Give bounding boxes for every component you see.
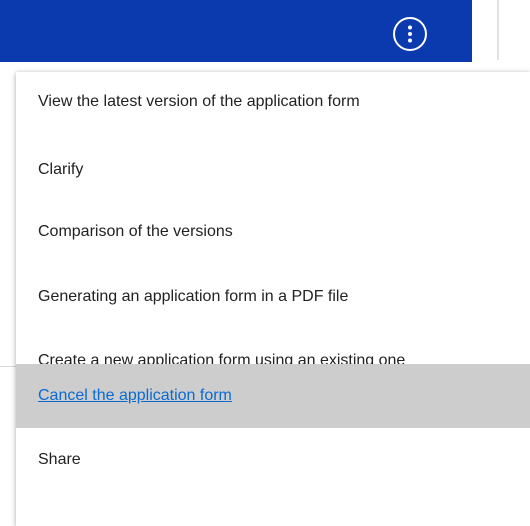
background-divider <box>0 366 16 367</box>
menu-item-compare-versions[interactable]: Comparison of the versions <box>16 200 530 264</box>
more-vertical-icon <box>408 25 412 43</box>
menu-item-label: Share <box>38 451 81 468</box>
menu-item-link-label[interactable]: Cancel the application form <box>38 387 232 405</box>
menu-item-label: Generating an application form in a PDF … <box>38 288 349 305</box>
more-actions-button[interactable] <box>393 17 427 51</box>
menu-item-share[interactable]: Share <box>16 428 530 492</box>
menu-item-label: Clarify <box>38 161 84 178</box>
panel-divider <box>497 0 499 60</box>
menu-item-clarify[interactable]: Clarify <box>16 138 530 202</box>
screen: View the latest version of the applicati… <box>0 0 530 526</box>
menu-item-label: View the latest version of the applicati… <box>38 93 360 110</box>
menu-item-generate-pdf[interactable]: Generating an application form in a PDF … <box>16 265 530 329</box>
header-bar <box>0 0 472 62</box>
menu-item-cancel-application[interactable]: Cancel the application form <box>16 364 530 428</box>
menu-item-view-latest-version[interactable]: View the latest version of the applicati… <box>16 70 530 134</box>
menu-item-label: Comparison of the versions <box>38 223 233 240</box>
actions-dropdown-menu: View the latest version of the applicati… <box>16 72 530 526</box>
